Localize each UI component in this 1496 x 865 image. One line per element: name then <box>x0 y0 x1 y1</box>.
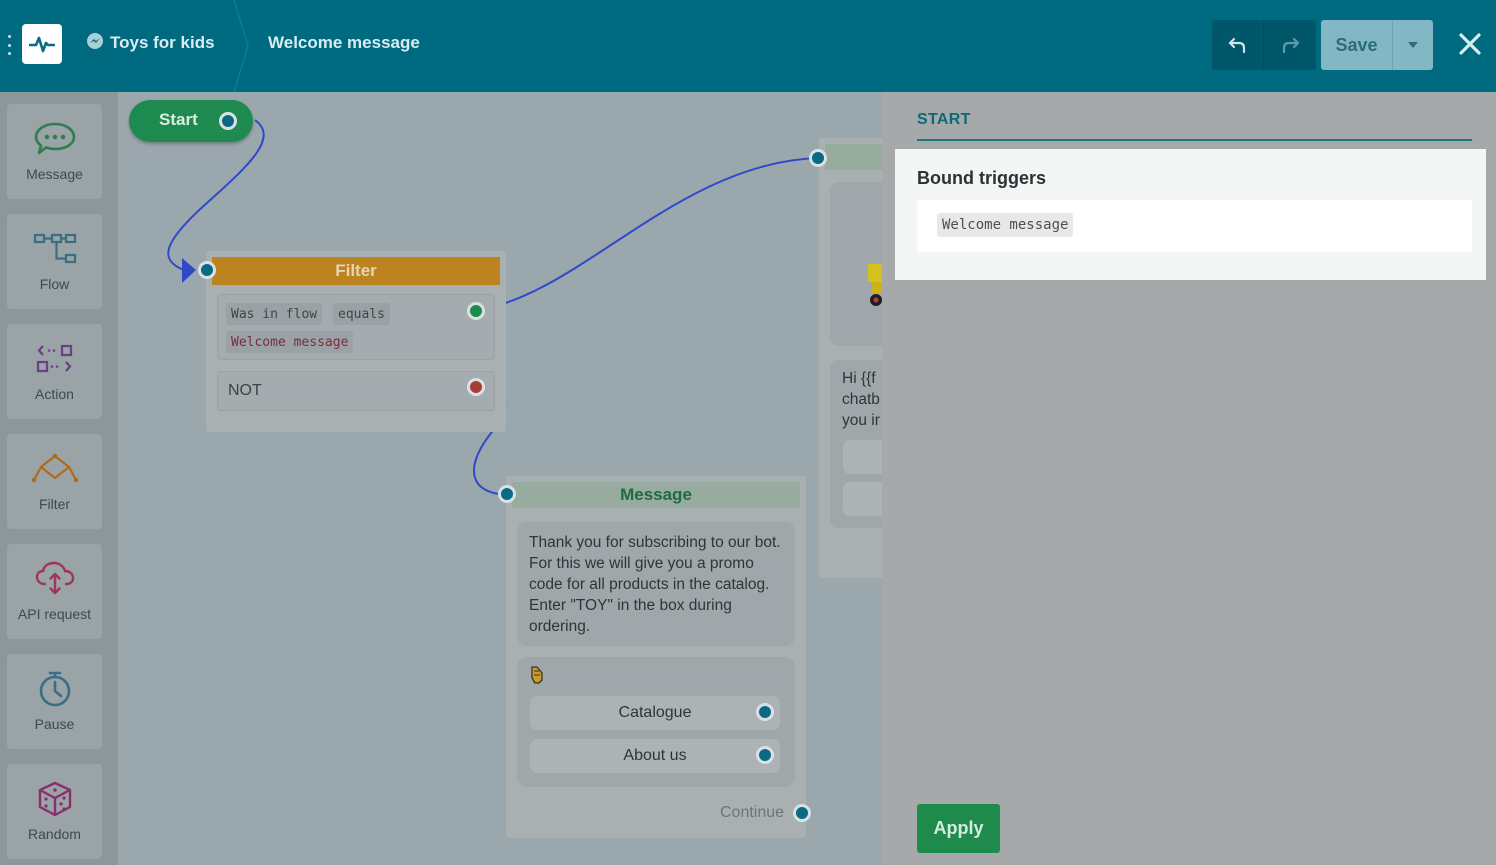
filter-not-branch[interactable]: NOT <box>217 371 495 411</box>
history-controls <box>1212 20 1316 70</box>
message-text-partial[interactable]: Hi {{f chatb you ir <box>830 360 882 528</box>
start-node[interactable]: Start <box>129 100 253 142</box>
text-line: chatb <box>842 391 880 408</box>
save-options-button[interactable] <box>1393 20 1433 70</box>
message-input-port[interactable] <box>498 485 516 503</box>
tool-label: Message <box>26 166 83 182</box>
random-icon <box>36 780 74 818</box>
text-line: Hi {{f <box>842 370 876 387</box>
bound-triggers-list[interactable]: Welcome message <box>917 200 1472 252</box>
top-bar: Toys for kids Welcome message Save <box>0 0 1496 92</box>
bound-triggers-section: Bound triggers Welcome message <box>895 149 1486 280</box>
apply-button[interactable]: Apply <box>917 804 1000 853</box>
condition-false-port[interactable] <box>467 378 485 396</box>
action-icon <box>35 340 75 378</box>
panel-title: START <box>917 111 971 128</box>
tool-flow[interactable]: Flow <box>7 214 102 309</box>
undo-button[interactable] <box>1212 20 1264 70</box>
close-button[interactable] <box>1454 28 1486 60</box>
pause-icon <box>36 670 74 708</box>
condition-operator: equals <box>333 303 390 325</box>
flow-name[interactable]: Welcome message <box>268 33 420 53</box>
flow-canvas[interactable]: Start Filter Was in flow equals Welcome … <box>118 92 882 865</box>
tool-label: Flow <box>39 276 70 292</box>
redo-icon <box>1282 37 1300 54</box>
tool-random[interactable]: Random <box>7 764 102 859</box>
toy-car-image <box>868 264 882 306</box>
settings-panel: START Bound triggers Welcome message App… <box>882 92 1496 865</box>
close-icon <box>1459 33 1481 55</box>
message-node[interactable]: Message Thank you for subscribing to our… <box>498 476 811 838</box>
tool-pause[interactable]: Pause <box>7 654 102 749</box>
filter-icon <box>30 450 80 488</box>
quick-reply-button[interactable]: About us <box>530 739 780 773</box>
quick-reply-button[interactable] <box>843 440 882 474</box>
breadcrumb-separator <box>233 0 249 92</box>
start-label: Start <box>159 110 198 129</box>
button-output-port[interactable] <box>756 703 774 721</box>
filter-node[interactable]: Filter Was in flow equals Welcome messag… <box>198 251 506 432</box>
tool-label: Action <box>35 386 74 402</box>
message-buttons: Catalogue About us <box>517 657 795 787</box>
tool-label: Filter <box>38 496 71 512</box>
tool-message[interactable]: Message <box>7 104 102 199</box>
messenger-icon <box>86 32 104 55</box>
message-node-title <box>825 144 882 170</box>
tool-label: Random <box>28 826 81 842</box>
undo-icon <box>1228 37 1245 54</box>
condition-field: Was in flow <box>226 303 323 325</box>
save-button[interactable]: Save <box>1321 20 1393 70</box>
message-input-port[interactable] <box>809 149 827 167</box>
tool-label: Pause <box>34 716 75 732</box>
panel-title-underline <box>917 139 1472 141</box>
button-label: Catalogue <box>618 704 692 721</box>
bound-triggers-heading: Bound triggers <box>917 168 1046 188</box>
tool-filter[interactable]: Filter <box>7 434 102 529</box>
continue-output-port[interactable] <box>793 804 811 822</box>
save-group: Save <box>1321 20 1433 70</box>
redo-button[interactable] <box>1264 20 1316 70</box>
filter-condition[interactable]: Was in flow equals Welcome message <box>217 294 495 360</box>
logo-icon[interactable] <box>22 24 62 64</box>
text-line: you ir <box>842 412 880 429</box>
caret-down-icon <box>1408 42 1418 48</box>
kebab-menu-icon[interactable] <box>6 35 12 55</box>
message-node-title: Message <box>512 482 800 508</box>
continue-label: Continue <box>720 804 785 821</box>
message-text[interactable]: Thank you for subscribing to our bot. Fo… <box>517 522 795 646</box>
bot-name: Toys for kids <box>110 33 215 52</box>
message-icon <box>33 120 77 158</box>
filter-input-port[interactable] <box>198 261 216 279</box>
api-request-icon <box>33 560 77 598</box>
filter-node-title: Filter <box>212 257 500 285</box>
flow-icon <box>33 230 77 268</box>
blocks-toolbox: Message Flow Action Filter API request P… <box>0 92 118 865</box>
quick-reply-button[interactable] <box>843 482 882 516</box>
trigger-chip[interactable]: Welcome message <box>937 213 1074 237</box>
button-label: About us <box>623 747 687 764</box>
button-output-port[interactable] <box>756 746 774 764</box>
tool-label: API request <box>17 606 92 622</box>
condition-true-port[interactable] <box>467 302 485 320</box>
pointing-hand-icon <box>531 666 543 684</box>
condition-value: Welcome message <box>226 331 354 353</box>
message-node-partial[interactable]: Hi {{f chatb you ir <box>809 138 882 578</box>
start-output-port[interactable] <box>219 112 237 130</box>
not-label: NOT <box>228 382 262 399</box>
message-image <box>830 182 882 346</box>
tool-action[interactable]: Action <box>7 324 102 419</box>
tool-api-request[interactable]: API request <box>7 544 102 639</box>
bot-breadcrumb[interactable]: Toys for kids <box>86 32 215 54</box>
quick-reply-button[interactable]: Catalogue <box>530 696 780 730</box>
